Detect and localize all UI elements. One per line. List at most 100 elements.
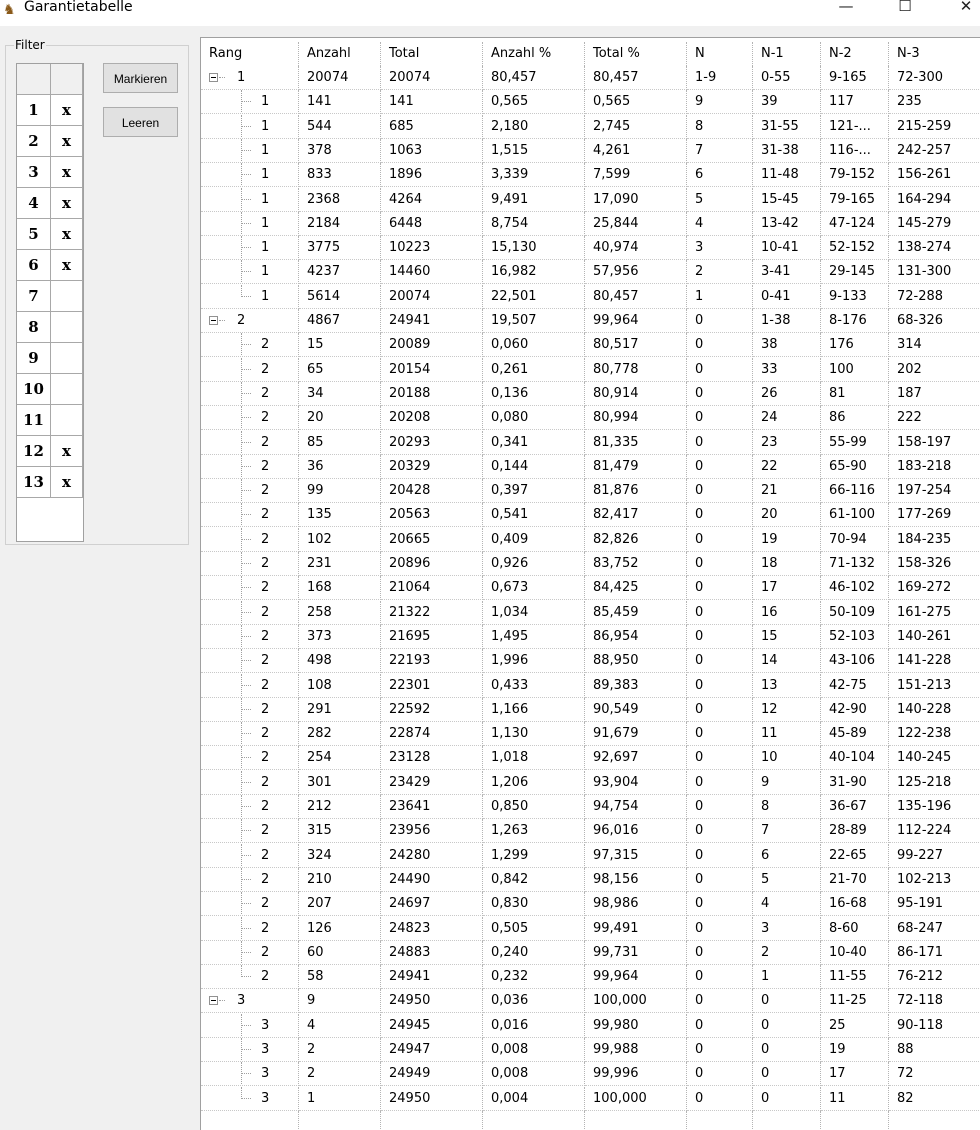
filter-row-mark[interactable]: x bbox=[51, 467, 83, 498]
tree-child-row[interactable]: 2 126 24823 0,505 99,491 0 3 8-60 68-247 bbox=[201, 916, 980, 941]
filter-row-number[interactable]: 10 bbox=[17, 374, 51, 405]
tree-child-row[interactable]: 1 5614 20074 22,501 80,457 1 0-41 9-133 72-288 bbox=[201, 284, 980, 309]
filter-row-number[interactable]: 9 bbox=[17, 343, 51, 374]
filter-row-mark[interactable] bbox=[51, 312, 83, 343]
tree-child-row[interactable]: 2 20 20208 0,080 80,994 0 24 86 222 bbox=[201, 406, 980, 431]
tree-child-row[interactable]: 2 99 20428 0,397 81,876 0 21 66-116 197-254 bbox=[201, 479, 980, 504]
filter-row[interactable]: 12 x bbox=[17, 436, 83, 467]
tree-child-row[interactable]: 1 2184 6448 8,754 25,844 4 13-42 47-124 145-279 bbox=[201, 211, 980, 236]
close-button[interactable]: ✕ bbox=[946, 0, 980, 18]
tree-child-row[interactable]: 1 2368 4264 9,491 17,090 5 15-45 79-165 164-294 bbox=[201, 187, 980, 212]
tree-child-row[interactable]: 3 4 24945 0,016 99,980 0 0 25 90-118 bbox=[201, 1013, 980, 1038]
tree-child-row[interactable]: 2 254 23128 1,018 92,697 0 10 40-104 140-245 bbox=[201, 746, 980, 771]
filter-row-number[interactable]: 2 bbox=[17, 126, 51, 157]
filter-row-mark[interactable] bbox=[51, 343, 83, 374]
filter-row[interactable]: 7 bbox=[17, 281, 83, 312]
column-header[interactable]: N-3 bbox=[889, 42, 980, 66]
maximize-button[interactable]: ☐ bbox=[885, 0, 925, 18]
tree-child-row[interactable]: 2 301 23429 1,206 93,904 0 9 31-90 125-218 bbox=[201, 770, 980, 795]
filter-row-number[interactable]: 11 bbox=[17, 405, 51, 436]
filter-row-number[interactable]: 6 bbox=[17, 250, 51, 281]
tree-child-row[interactable]: 2 210 24490 0,842 98,156 0 5 21-70 102-213 bbox=[201, 867, 980, 892]
tree-child-row[interactable]: 2 108 22301 0,433 89,383 0 13 42-75 151-213 bbox=[201, 673, 980, 698]
filter-row-mark[interactable]: x bbox=[51, 219, 83, 250]
filter-row[interactable]: 2x bbox=[17, 126, 83, 157]
tree-child-row[interactable]: 2 324 24280 1,299 97,315 0 6 22-65 99-227 bbox=[201, 843, 980, 868]
filter-row-number[interactable]: 7 bbox=[17, 281, 51, 312]
tree-child-row[interactable]: 2 168 21064 0,673 84,425 0 17 46-102 169-272 bbox=[201, 576, 980, 601]
collapse-icon[interactable] bbox=[209, 73, 218, 82]
tree-child-row[interactable]: 2 498 22193 1,996 88,950 0 14 43-106 141-228 bbox=[201, 649, 980, 674]
filter-row-number[interactable]: 3 bbox=[17, 157, 51, 188]
tree-child-row[interactable]: 1 544 685 2,180 2,745 8 31-55 121-... 215-259 bbox=[201, 114, 980, 139]
filter-row-mark[interactable]: x bbox=[51, 436, 83, 467]
filter-row[interactable]: 1x bbox=[17, 95, 83, 126]
mark-button[interactable]: Markieren bbox=[103, 63, 178, 93]
filter-row[interactable]: 10 bbox=[17, 374, 83, 405]
filter-row-mark[interactable]: x bbox=[51, 188, 83, 219]
tree-child-row[interactable]: 2 65 20154 0,261 80,778 0 33 100 202 bbox=[201, 357, 980, 382]
filter-row[interactable]: 6x bbox=[17, 250, 83, 281]
filter-row-number[interactable]: 5 bbox=[17, 219, 51, 250]
tree-child-row[interactable]: 2 85 20293 0,341 81,335 0 23 55-99 158-197 bbox=[201, 430, 980, 455]
tree-child-row[interactable]: 2 102 20665 0,409 82,826 0 19 70-94 184-235 bbox=[201, 527, 980, 552]
tree-child-row[interactable]: 2 315 23956 1,263 96,016 0 7 28-89 112-224 bbox=[201, 819, 980, 844]
tree-child-row[interactable]: 2 36 20329 0,144 81,479 0 22 65-90 183-218 bbox=[201, 454, 980, 479]
tree-child-row[interactable]: 2 291 22592 1,166 90,549 0 12 42-90 140-228 bbox=[201, 697, 980, 722]
filter-row-number[interactable]: 4 bbox=[17, 188, 51, 219]
filter-row-mark[interactable] bbox=[51, 405, 83, 436]
tree-child-row[interactable]: 2 58 24941 0,232 99,964 0 1 11-55 76-212 bbox=[201, 965, 980, 990]
filter-grid[interactable]: 1 x 2 x 3 x 4 x 5 x 6 x 7 8 9 10 11 12 x 13 x bbox=[16, 63, 84, 542]
tree-parent-row[interactable]: 3 9 24950 0,036 100,000 0 0 11-25 72-118 bbox=[201, 989, 980, 1014]
column-header[interactable]: Total % bbox=[585, 42, 687, 66]
filter-row-mark[interactable]: x bbox=[51, 126, 83, 157]
clear-button[interactable]: Leeren bbox=[103, 107, 178, 137]
tree-child-row[interactable]: 2 15 20089 0,060 80,517 0 38 176 314 bbox=[201, 333, 980, 358]
filter-row[interactable]: 3x bbox=[17, 157, 83, 188]
filter-row[interactable]: 4x bbox=[17, 188, 83, 219]
tree-child-row[interactable]: 2 212 23641 0,850 94,754 0 8 36-67 135-196 bbox=[201, 795, 980, 819]
tree-child-row[interactable]: 2 60 24883 0,240 99,731 0 2 10-40 86-171 bbox=[201, 940, 980, 965]
tree-child-row[interactable]: 3 2 24949 0,008 99,996 0 0 17 72 bbox=[201, 1062, 980, 1087]
column-header[interactable]: Rang bbox=[201, 42, 299, 66]
filter-row-mark[interactable] bbox=[51, 374, 83, 405]
column-header[interactable]: Anzahl % bbox=[483, 42, 585, 66]
tree-child-row[interactable]: 2 34 20188 0,136 80,914 0 26 81 187 bbox=[201, 381, 980, 406]
tree-child-row[interactable]: 1 833 1896 3,339 7,599 6 11-48 79-152 156-261 bbox=[201, 163, 980, 188]
tree-child-row[interactable]: 1 378 1063 1,515 4,261 7 31-38 116-... 242-257 bbox=[201, 138, 980, 163]
guarantee-table[interactable]: Rang Anzahl Total Anzahl % Total % N N-1 N-2 N-3… bbox=[200, 37, 980, 1130]
column-header[interactable]: Total bbox=[381, 42, 483, 66]
minimize-button[interactable]: — bbox=[826, 0, 866, 18]
tree-child-row[interactable]: 1 141 141 0,565 0,565 9 39 117 235 bbox=[201, 90, 980, 115]
filter-row-number[interactable]: 8 bbox=[17, 312, 51, 343]
tree-child-row[interactable]: 2 258 21322 1,034 85,459 0 16 50-109 161-275 bbox=[201, 600, 980, 625]
filter-row-number[interactable]: 12 bbox=[17, 436, 51, 467]
tree-child-row[interactable]: 2 231 20896 0,926 83,752 0 18 71-132 158-326 bbox=[201, 552, 980, 576]
column-header[interactable]: N bbox=[687, 42, 753, 66]
collapse-icon[interactable] bbox=[209, 316, 218, 325]
tree-child-row[interactable]: 2 207 24697 0,830 98,986 0 4 16-68 95-191 bbox=[201, 892, 980, 917]
column-header[interactable]: Anzahl bbox=[299, 42, 381, 66]
tree-child-row[interactable]: 2 373 21695 1,495 86,954 0 15 52-103 140-261 bbox=[201, 624, 980, 649]
tree-parent-row[interactable]: 2 4867 24941 19,507 99,964 0 1-38 8-176 68-326 bbox=[201, 309, 980, 333]
tree-child-row[interactable]: 2 135 20563 0,541 82,417 0 20 61-100 177-269 bbox=[201, 503, 980, 528]
filter-row-mark[interactable]: x bbox=[51, 95, 83, 126]
filter-row-mark[interactable]: x bbox=[51, 157, 83, 188]
tree-child-row[interactable]: 3 2 24947 0,008 99,988 0 0 19 88 bbox=[201, 1038, 980, 1062]
filter-row[interactable]: 11 bbox=[17, 405, 83, 436]
filter-row[interactable]: 9 bbox=[17, 343, 83, 374]
filter-row-number[interactable]: 1 bbox=[17, 95, 51, 126]
column-header[interactable]: N-1 bbox=[753, 42, 821, 66]
tree-child-row[interactable]: 3 1 24950 0,004 100,000 0 0 11 82 bbox=[201, 1086, 980, 1111]
tree-child-row[interactable]: 2 282 22874 1,130 91,679 0 11 45-89 122-238 bbox=[201, 722, 980, 747]
tree-child-row[interactable]: 1 3775 10223 15,130 40,974 3 10-41 52-152 138-27… bbox=[201, 236, 980, 261]
filter-row[interactable]: 8 bbox=[17, 312, 83, 343]
filter-row[interactable]: 5x bbox=[17, 219, 83, 250]
filter-row[interactable]: 13 x bbox=[17, 467, 83, 498]
filter-row-number[interactable]: 13 bbox=[17, 467, 51, 498]
tree-child-row[interactable]: 1 4237 14460 16,982 57,956 2 3-41 29-145 131-300 bbox=[201, 260, 980, 285]
tree-parent-row[interactable]: 1 20074 20074 80,457 80,457 1-9 0-55 9-165 72-30… bbox=[201, 66, 980, 90]
collapse-icon[interactable] bbox=[209, 996, 218, 1006]
filter-row-mark[interactable]: x bbox=[51, 250, 83, 281]
filter-row-mark[interactable] bbox=[51, 281, 83, 312]
